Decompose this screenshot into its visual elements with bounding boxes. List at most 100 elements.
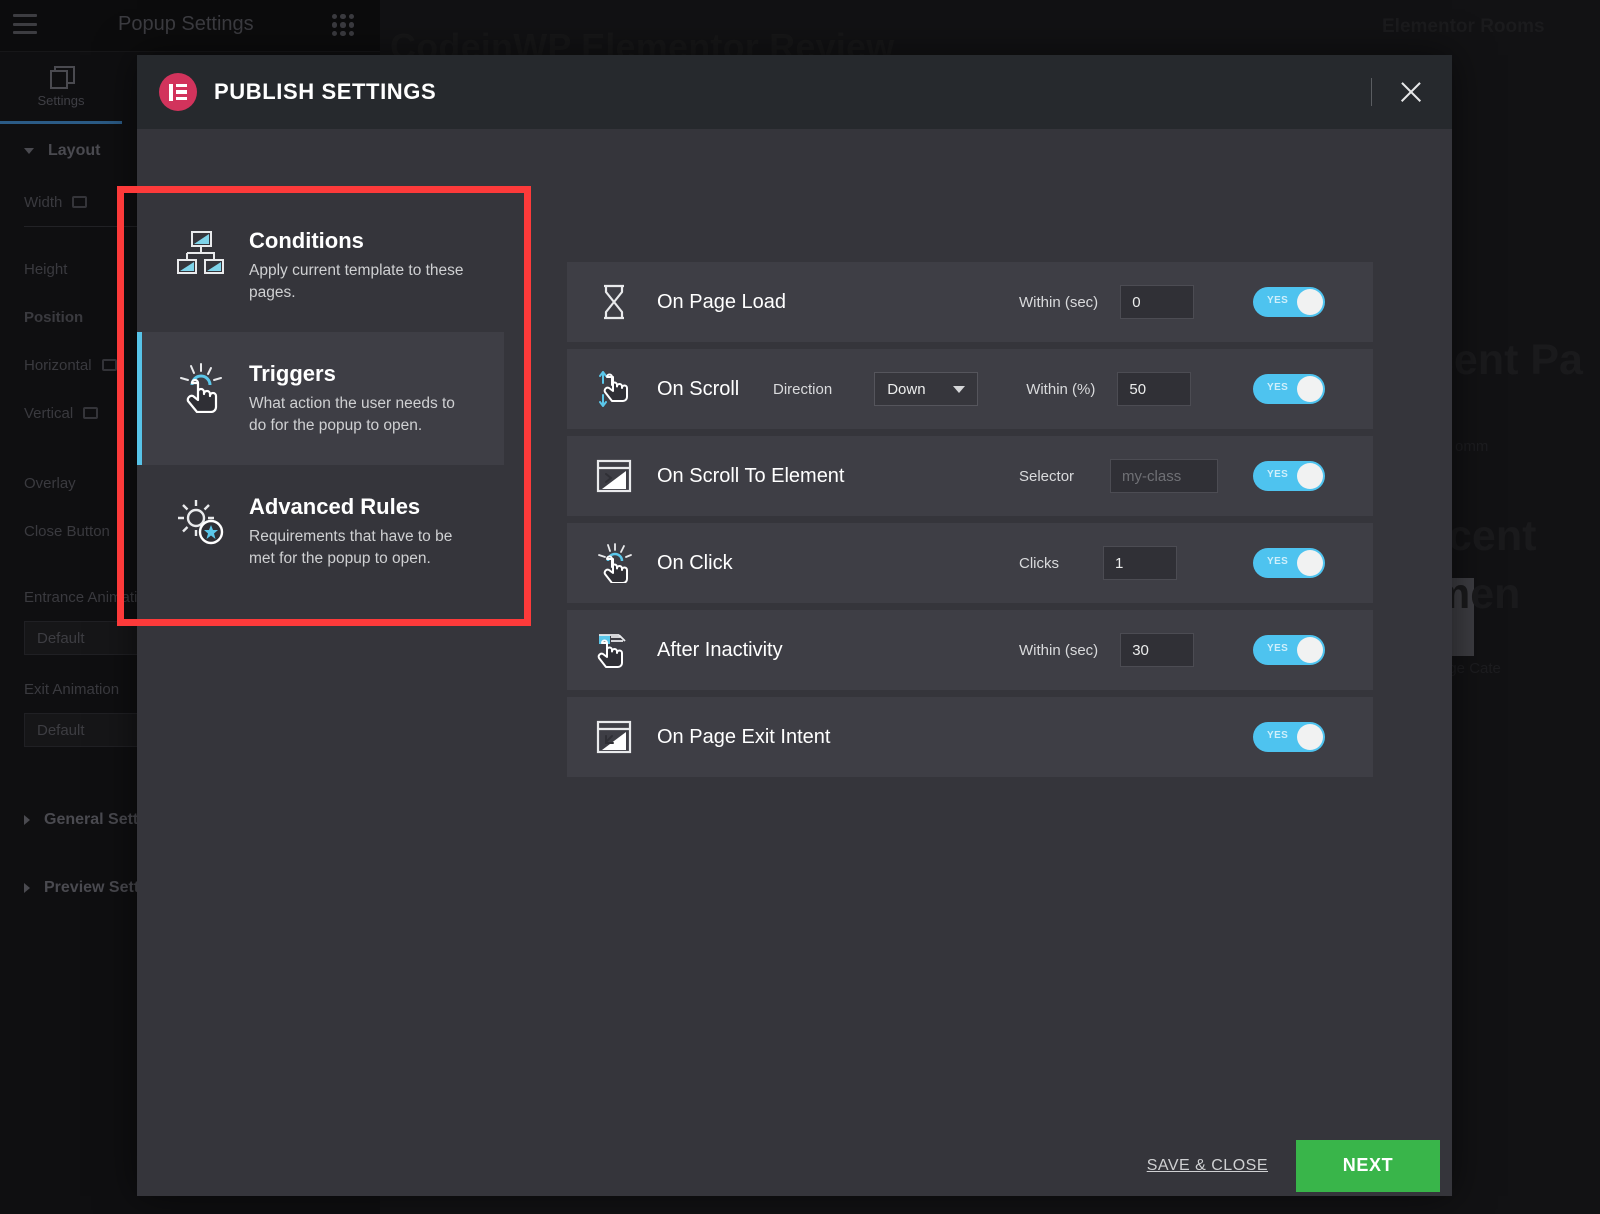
nav-item-advanced-rules[interactable]: Advanced Rules Requirements that have to… (137, 465, 504, 598)
nav-item-conditions-text: Conditions Apply current template to the… (249, 226, 474, 305)
nav-item-conditions-title: Conditions (249, 228, 364, 253)
field-height-label: Height (24, 260, 68, 278)
input-scroll-percent[interactable]: 50 (1117, 372, 1192, 406)
desktop-icon[interactable] (101, 359, 117, 371)
control-label-within-pct: Within (%) (1026, 380, 1096, 398)
modal-header-actions (1371, 55, 1432, 129)
modal-header: PUBLISH SETTINGS (137, 55, 1452, 129)
inactivity-hand-icon (585, 631, 643, 669)
trigger-row-on-page-exit-intent[interactable]: On Page Exit Intent YES (567, 697, 1373, 777)
next-button[interactable]: NEXT (1296, 1139, 1440, 1192)
field-width-label: Width (24, 193, 63, 211)
chevron-right-icon (24, 883, 30, 893)
toggle-on-click[interactable]: YES (1253, 548, 1325, 578)
sitemap-icon (173, 226, 229, 305)
entrance-animation-value: Default (37, 629, 85, 647)
trigger-row-on-scroll[interactable]: On Scroll Direction Down Within (%) 50 Y… (567, 349, 1373, 429)
screen-root: CodeinWP Elementor Review Elementor Room… (0, 0, 1600, 1214)
toggle-knob (1297, 463, 1323, 489)
chevron-down-icon (24, 148, 34, 154)
chevron-right-icon (24, 815, 30, 825)
save-and-close-button[interactable]: SAVE & CLOSE (1147, 1157, 1268, 1175)
desktop-icon[interactable] (72, 196, 88, 208)
input-inactivity-seconds[interactable]: 30 (1120, 633, 1195, 667)
toggle-on-page-load[interactable]: YES (1253, 287, 1325, 317)
nav-item-conditions[interactable]: Conditions Apply current template to the… (137, 199, 504, 332)
trigger-row-on-click[interactable]: On Click Clicks 1 YES (567, 523, 1373, 603)
scroll-hand-icon (585, 369, 643, 409)
background-heading-2: cent (1448, 512, 1537, 560)
select-scroll-direction-value: Down (887, 380, 926, 398)
trigger-control-after-inactivity: Within (sec) 30 (1019, 633, 1195, 667)
input-page-load-seconds[interactable]: 0 (1120, 285, 1195, 319)
trigger-control-on-click: Clicks 1 (1019, 546, 1177, 580)
click-hand-icon (173, 359, 229, 438)
nav-item-triggers[interactable]: Triggers What action the user needs to d… (137, 331, 504, 465)
apps-grid-icon[interactable] (332, 14, 354, 36)
toggle-knob (1297, 724, 1323, 750)
nav-item-triggers-text: Triggers What action the user needs to d… (249, 359, 474, 438)
control-label-clicks: Clicks (1019, 554, 1059, 572)
toggle-after-inactivity[interactable]: YES (1253, 635, 1325, 665)
control-label-direction: Direction (773, 380, 833, 398)
trigger-label-on-scroll: On Scroll (657, 377, 740, 400)
click-hand-icon (585, 543, 643, 583)
field-overlay-label: Overlay (24, 474, 76, 492)
modal-title: PUBLISH SETTINGS (214, 79, 437, 104)
tab-settings-label: Settings (37, 92, 85, 108)
hamburger-icon[interactable] (13, 14, 37, 34)
modal-body: Conditions Apply current template to the… (137, 129, 1452, 1135)
toggle-knob (1297, 376, 1323, 402)
select-scroll-direction[interactable]: Down (874, 372, 979, 406)
header-divider (1371, 78, 1372, 106)
toggle-label: YES (1267, 469, 1289, 480)
background-subtext-1: omm (1455, 438, 1489, 455)
field-vertical-label: Vertical (24, 404, 74, 422)
field-position-label: Position (24, 308, 84, 326)
toggle-label: YES (1267, 556, 1289, 567)
toggle-label: YES (1267, 643, 1289, 654)
trigger-label-on-page-load: On Page Load (657, 290, 786, 313)
toggle-label: YES (1267, 295, 1289, 306)
trigger-row-on-page-load[interactable]: On Page Load Within (sec) 0 YES (567, 262, 1373, 342)
close-icon[interactable] (1390, 71, 1432, 113)
toggle-on-scroll[interactable]: YES (1253, 374, 1325, 404)
control-label-selector: Selector (1019, 467, 1075, 485)
trigger-label-on-click: On Click (657, 551, 733, 574)
background-heading-1: cent Pa (1430, 336, 1583, 384)
trigger-row-after-inactivity[interactable]: After Inactivity Within (sec) 30 YES (567, 610, 1373, 690)
trigger-label-after-inactivity: After Inactivity (657, 638, 783, 661)
trigger-label-on-scroll-to-element: On Scroll To Element (657, 464, 845, 487)
toggle-knob (1297, 289, 1323, 315)
field-horizontal-label: Horizontal (24, 356, 92, 374)
nav-item-advanced-rules-title: Advanced Rules (249, 493, 421, 519)
exit-animation-value: Default (37, 721, 85, 739)
tab-settings[interactable]: Settings (0, 52, 122, 124)
trigger-control-on-page-load: Within (sec) 0 (1019, 285, 1195, 319)
field-exit-animation-label: Exit Animation (24, 680, 120, 698)
field-entrance-animation-label: Entrance Animation (24, 588, 155, 606)
trigger-row-on-scroll-to-element[interactable]: On Scroll To Element Selector my-class Y… (567, 436, 1373, 516)
control-label-within-sec: Within (sec) (1019, 293, 1099, 311)
modal-footer: SAVE & CLOSE NEXT (137, 1135, 1452, 1196)
toggle-knob (1297, 550, 1323, 576)
field-close-button-label: Close Button (24, 522, 110, 540)
nav-item-advanced-rules-description: Requirements that have to be met for the… (249, 527, 453, 568)
input-click-count[interactable]: 1 (1103, 546, 1177, 580)
nav-item-triggers-title: Triggers (249, 360, 336, 386)
publish-settings-modal: PUBLISH SETTINGS Conditions Apply curren… (137, 55, 1452, 1196)
trigger-control-on-scroll-to-element: Selector my-class (1019, 459, 1219, 493)
desktop-icon[interactable] (83, 407, 99, 419)
toggle-on-page-exit-intent[interactable]: YES (1253, 722, 1325, 752)
section-layout-label: Layout (48, 142, 101, 159)
trigger-control-on-scroll: Direction Down Within (%) 50 (773, 372, 1192, 406)
hourglass-icon (585, 284, 643, 320)
input-element-selector[interactable]: my-class (1110, 459, 1219, 493)
panel-title: Popup Settings (118, 13, 254, 35)
gear-star-icon (173, 492, 229, 571)
triggers-list: On Page Load Within (sec) 0 YES On Scrol… (567, 262, 1373, 784)
toggle-on-scroll-to-element[interactable]: YES (1253, 461, 1325, 491)
elementor-logo-icon (159, 73, 197, 111)
layers-icon (50, 65, 75, 89)
trigger-label-on-page-exit-intent: On Page Exit Intent (657, 725, 831, 748)
